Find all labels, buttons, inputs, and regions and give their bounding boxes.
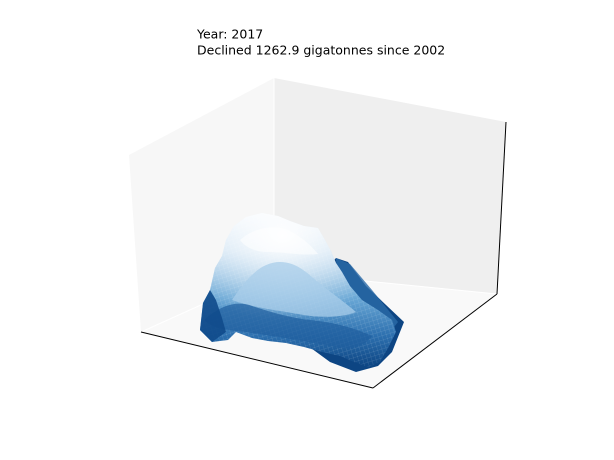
chart-title-line-1: Year: 2017 bbox=[196, 27, 263, 42]
chart-title-line-2: Declined 1262.9 gigatonnes since 2002 bbox=[197, 43, 445, 58]
chart-figure: Year: 2017 Declined 1262.9 gigatonnes si… bbox=[129, 27, 507, 389]
